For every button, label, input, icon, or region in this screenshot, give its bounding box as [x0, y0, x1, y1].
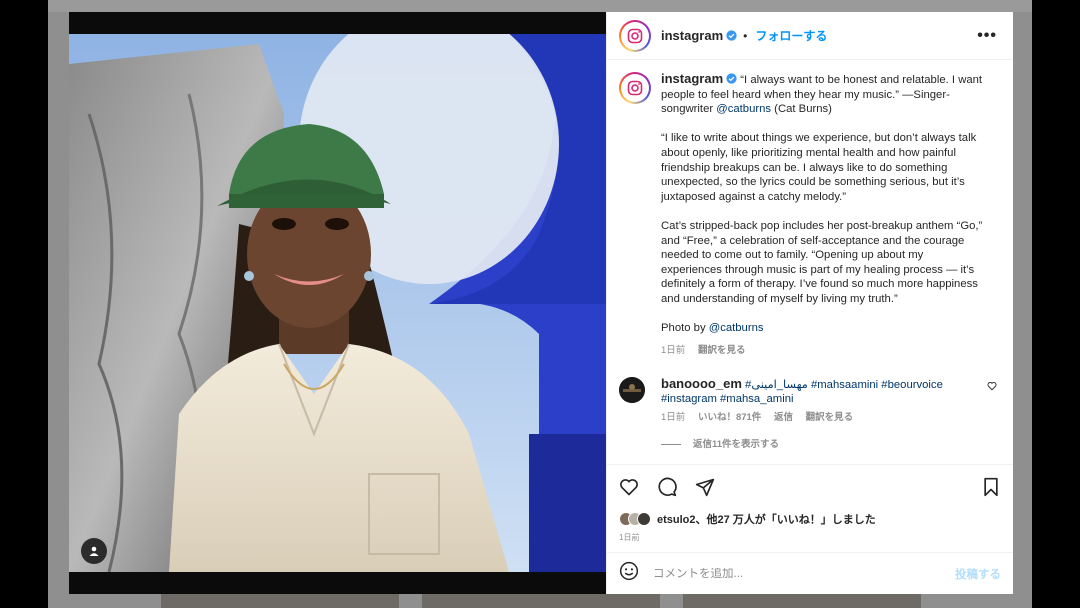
comment-input[interactable] [653, 567, 955, 580]
caption-paragraph-3: Cat’s stripped-back pop includes her pos… [661, 219, 983, 305]
background-grid-tile [422, 592, 660, 608]
comment-composer: 投稿する [607, 552, 1013, 594]
background-grid-tile [683, 592, 921, 608]
user-tag-icon[interactable] [81, 538, 107, 564]
comment-like-heart-icon[interactable] [987, 377, 1001, 426]
comment-icon[interactable] [655, 475, 679, 499]
see-translation-button[interactable]: 翻訳を見る [698, 345, 746, 356]
emoji-icon[interactable] [619, 561, 639, 586]
post-comment-button[interactable]: 投稿する [955, 566, 1001, 582]
verified-badge-icon [726, 30, 737, 41]
comment-item: banoooo_em #مهسا_امینی #mahsaamini #beou… [619, 376, 1001, 426]
caption-paragraph-1: instagram “I always want to be honest an… [661, 71, 983, 116]
header-separator: • [743, 28, 748, 43]
background-grid-tile [161, 592, 399, 608]
post-timestamp[interactable]: 1日前 [607, 530, 1013, 552]
caption-username[interactable]: instagram [661, 71, 723, 86]
likes-count-text[interactable]: 、他27 万人が「いいね！」しました [696, 514, 876, 526]
post-modal: instagram • フォローする ••• instagram “I alwa… [69, 12, 1013, 594]
post-actions [607, 464, 1013, 508]
likes-summary: etsulo2、他27 万人が「いいね！」しました [607, 508, 1013, 530]
instagram-logo-icon [627, 28, 643, 43]
post-header: instagram • フォローする ••• [607, 12, 1013, 60]
verified-badge-icon [726, 73, 737, 84]
comment-avatar[interactable] [619, 376, 645, 403]
avatar [637, 512, 651, 526]
caption-paragraph-2: “I like to write about things we experie… [661, 132, 977, 203]
comments-area: instagram “I always want to be honest an… [607, 60, 1013, 464]
mention-link[interactable]: @catburns [709, 322, 764, 334]
comment-username[interactable]: banoooo_em [661, 376, 742, 391]
comment-meta: 1日前 いいね！871件 返信 翻訳を見る [661, 411, 987, 426]
more-options-button[interactable]: ••• [973, 27, 1001, 45]
liker-avatars[interactable] [619, 512, 651, 526]
portrait-image [69, 34, 606, 572]
paper-plane-icon[interactable] [693, 475, 717, 499]
post-side-panel: instagram • フォローする ••• instagram “I alwa… [606, 12, 1013, 594]
see-translation-button[interactable]: 翻訳を見る [806, 412, 854, 423]
follow-button[interactable]: フォローする [755, 27, 827, 44]
view-replies-button[interactable]: 返信11件を表示する [661, 438, 1001, 453]
mention-link[interactable]: @catburns [716, 103, 771, 115]
backdrop-topbar [48, 0, 1032, 12]
caption: instagram “I always want to be honest an… [619, 71, 1001, 359]
comment-likes-count[interactable]: いいね！871件 [698, 412, 761, 423]
bookmark-icon[interactable] [979, 475, 1003, 499]
caption-meta: 1日前 翻訳を見る [661, 344, 987, 359]
caption-avatar[interactable] [619, 72, 651, 104]
heart-icon[interactable] [617, 475, 641, 499]
comment-timestamp[interactable]: 1日前 [661, 412, 685, 423]
liker-username[interactable]: etsulo2 [657, 514, 696, 526]
caption-photo-credit: Photo by @catburns [661, 322, 764, 335]
post-photo [69, 12, 606, 594]
caption-timestamp[interactable]: 1日前 [661, 345, 685, 356]
avatar[interactable] [619, 19, 651, 52]
instagram-logo-icon [627, 80, 643, 96]
post-author-username[interactable]: instagram [661, 28, 723, 43]
reply-button[interactable]: 返信 [774, 412, 793, 423]
